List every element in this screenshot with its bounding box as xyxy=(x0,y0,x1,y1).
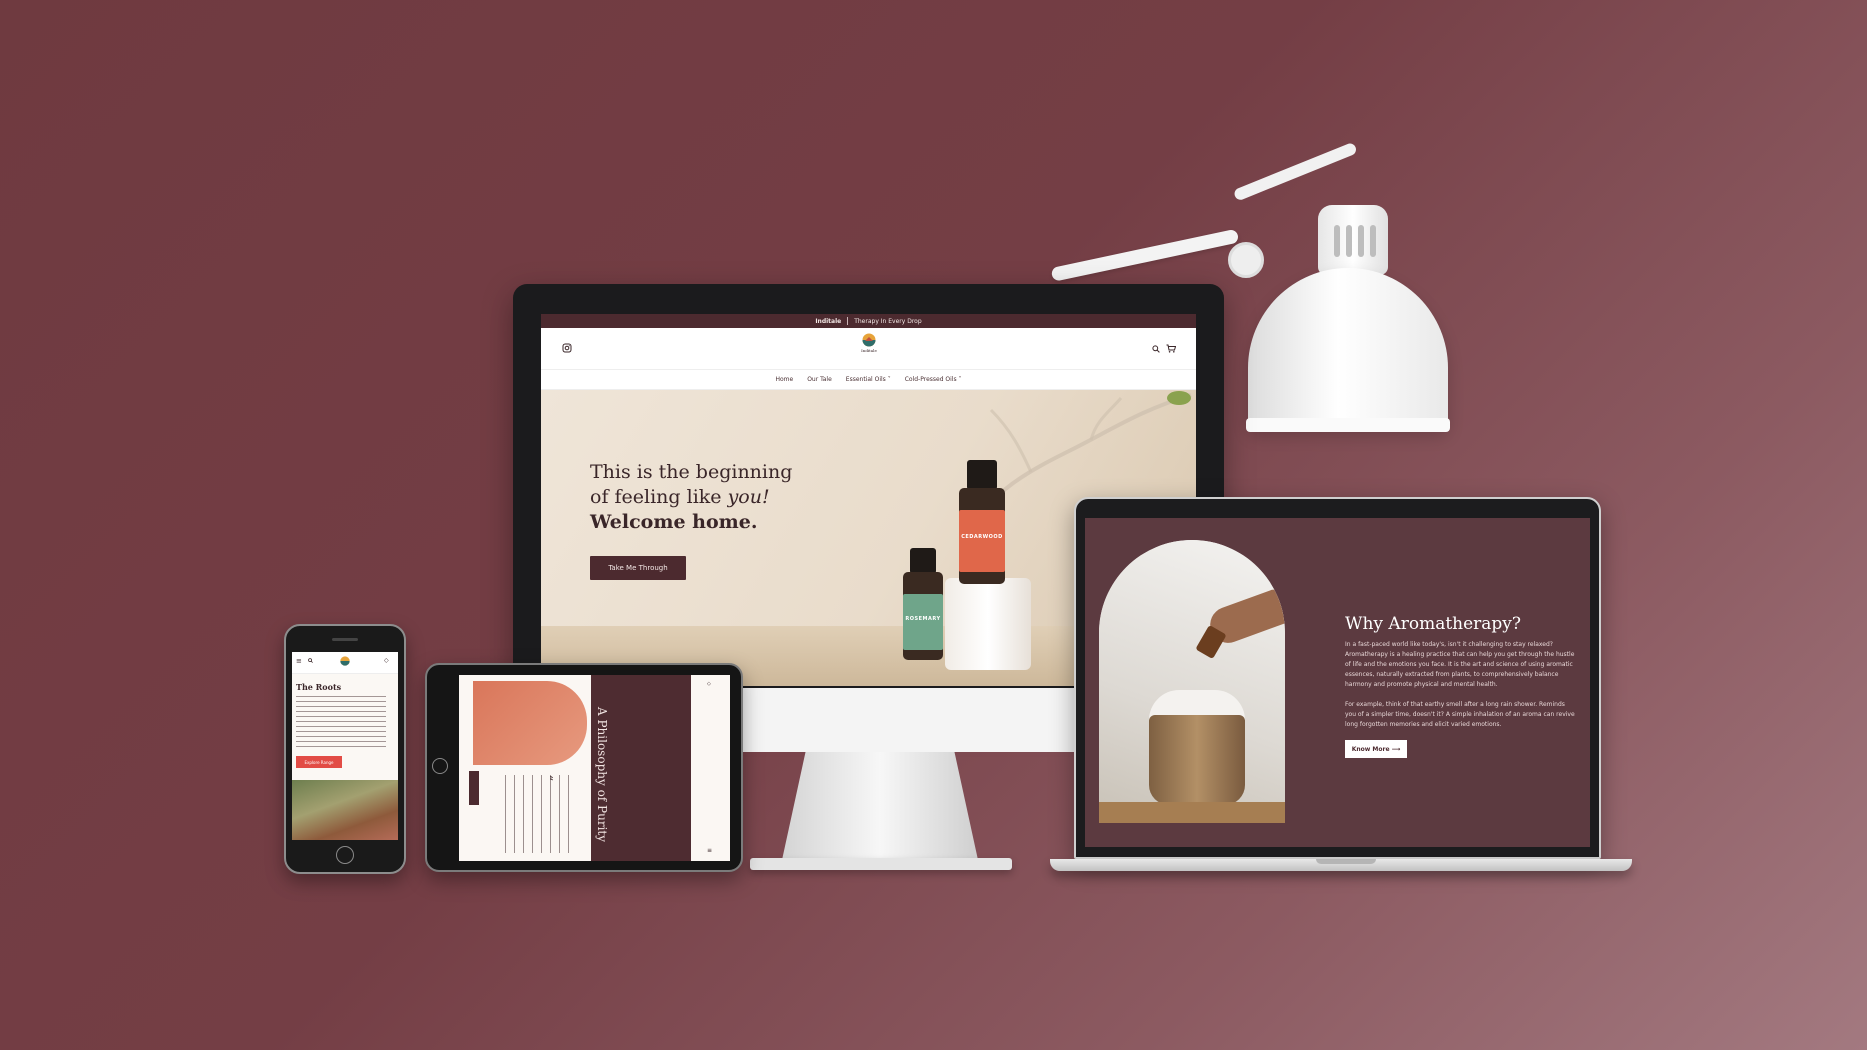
menu-icon[interactable]: ≡ xyxy=(296,657,302,665)
tablet-screen: “ A Philosophy of Purity ◇ ≡ xyxy=(459,675,730,861)
lamp-shade xyxy=(1248,268,1448,428)
lamp-joint xyxy=(1228,242,1264,278)
rosemary-bottle: ROSEMARY xyxy=(901,548,945,660)
explore-range-button[interactable]: Explore Range xyxy=(296,756,342,768)
menu-icon[interactable]: ≡ xyxy=(707,847,712,854)
laptop-screen: Why Aromatherapy? In a fast-paced world … xyxy=(1085,518,1590,847)
lamp-neck xyxy=(1318,205,1388,275)
table-graphic xyxy=(1099,802,1285,823)
search-icon[interactable] xyxy=(308,658,313,663)
search-icon[interactable] xyxy=(1152,345,1160,353)
aromatherapy-paragraph-2: For example, think of that earthy smell … xyxy=(1345,701,1575,728)
lamp-arm-upper xyxy=(1232,141,1358,202)
rosemary-label-text: ROSEMARY xyxy=(905,616,941,622)
chevron-down-icon: ˅ xyxy=(958,376,962,383)
announcement-bar: Inditale Therapy In Every Drop xyxy=(541,314,1196,328)
diffuser-body xyxy=(1149,715,1245,805)
tablet-nav-strip: ◇ ≡ xyxy=(691,675,730,861)
phone-screen: ≡ ◇ The Roots Explore Range xyxy=(292,652,398,840)
aromatherapy-image xyxy=(1099,540,1285,823)
cedarwood-bottle: CEDARWOOD xyxy=(957,460,1007,584)
tablet-cta-button[interactable] xyxy=(469,771,479,805)
phone-speaker xyxy=(332,638,358,641)
hero-pedestal xyxy=(945,578,1031,670)
tablet-text-lines xyxy=(505,775,575,853)
monitor-foot xyxy=(750,858,1012,870)
main-nav: Home Our Tale Essential Oils ˅ Cold-Pres… xyxy=(541,370,1196,390)
site-logo[interactable]: Inditale xyxy=(857,333,881,353)
chevron-down-icon: ˅ xyxy=(887,376,891,383)
nav-item-essential-oils[interactable]: Essential Oils ˅ xyxy=(846,376,891,383)
hero-line-2-text: of feeling like xyxy=(590,486,728,508)
instagram-icon[interactable] xyxy=(562,343,572,353)
hero-line-1: This is the beginning xyxy=(590,461,793,483)
label-color-fill xyxy=(903,594,943,650)
tablet-left-panel: “ xyxy=(459,675,591,861)
topbar-tagline: Therapy In Every Drop xyxy=(854,317,922,325)
hero-line-2-emphasis: you! xyxy=(727,486,770,508)
hero-line-3: Welcome home. xyxy=(590,511,758,533)
the-roots-heading: The Roots xyxy=(296,682,342,692)
hero-line-2: of feeling like you! xyxy=(590,485,820,510)
cart-icon[interactable]: ◇ xyxy=(384,657,389,664)
rosemary-label: ROSEMARY xyxy=(903,594,943,650)
tablet-home-button xyxy=(432,758,448,774)
label-color-fill xyxy=(959,510,1005,572)
lamp-rim xyxy=(1246,418,1450,432)
nav-label: Essential Oils xyxy=(845,376,886,383)
lamp-arm xyxy=(1050,228,1240,282)
phone-header: ≡ ◇ xyxy=(292,652,398,674)
know-more-button[interactable]: Know More ⟶ xyxy=(1345,740,1407,758)
monitor-stand xyxy=(782,752,978,860)
phone-home-button xyxy=(336,846,354,864)
why-aromatherapy-heading: Why Aromatherapy? xyxy=(1345,614,1522,634)
cart-icon[interactable] xyxy=(1166,344,1176,353)
tree-roots-image xyxy=(292,780,398,840)
laptop-notch xyxy=(1316,859,1376,864)
nav-item-our-tale[interactable]: Our Tale xyxy=(807,376,832,383)
aromatherapy-paragraph-1: In a fast-paced world like today's, isn'… xyxy=(1345,641,1575,688)
cedarwood-label: CEDARWOOD xyxy=(959,510,1005,572)
philosophy-of-purity-heading: A Philosophy of Purity xyxy=(595,707,609,843)
logo-text: Inditale xyxy=(861,348,877,353)
nav-item-cold-pressed-oils[interactable]: Cold-Pressed Oils ˅ xyxy=(905,376,962,383)
take-me-through-button[interactable]: Take Me Through xyxy=(590,556,686,580)
hands-image xyxy=(473,681,587,765)
nav-label: Cold-Pressed Oils xyxy=(904,376,957,383)
logo-icon[interactable] xyxy=(340,656,350,666)
phone-body-text-lines xyxy=(296,696,386,748)
nav-item-home[interactable]: Home xyxy=(775,376,793,383)
site-header: Inditale xyxy=(541,328,1196,370)
cart-icon[interactable]: ◇ xyxy=(707,681,711,687)
hero-heading: This is the beginning of feeling like yo… xyxy=(590,460,820,535)
topbar-brand: Inditale xyxy=(815,317,842,325)
cedarwood-label-text: CEDARWOOD xyxy=(961,534,1003,540)
